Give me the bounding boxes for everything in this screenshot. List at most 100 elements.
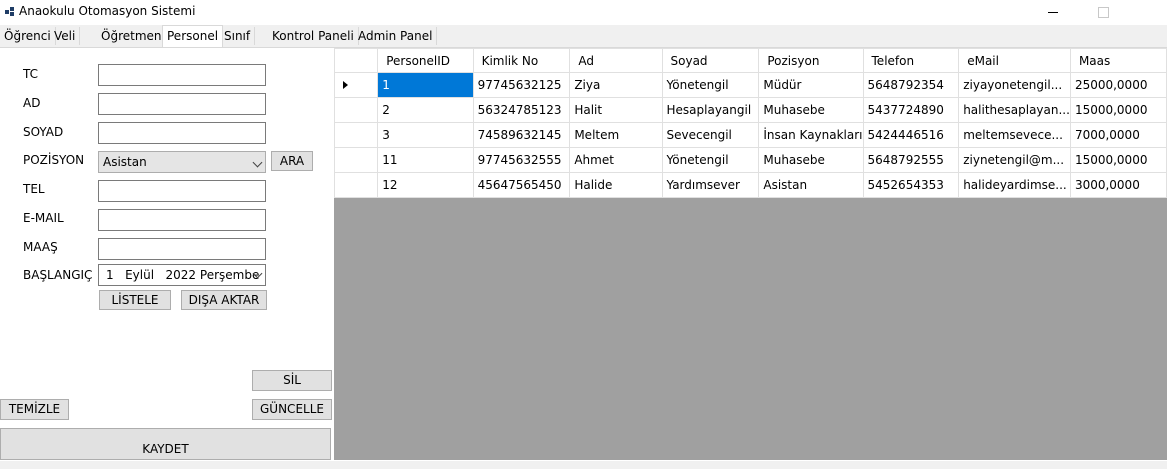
kaydet-button[interactable]: KAYDET <box>0 428 331 460</box>
column-header-kimlikno[interactable]: Kimlik No <box>472 48 571 73</box>
table-cell[interactable]: 2 <box>377 97 474 123</box>
column-header-maas[interactable]: Maas <box>1069 48 1167 73</box>
table-row[interactable]: 2 56324785123 Halit Hesaplayangil Muhase… <box>334 97 1167 123</box>
row-header[interactable] <box>334 97 379 123</box>
row-header-corner <box>334 48 379 73</box>
minimize-icon[interactable] <box>1030 0 1076 25</box>
table-cell[interactable]: Hesaplayangil <box>661 97 760 123</box>
row-header[interactable] <box>334 147 379 173</box>
table-cell[interactable]: 15000,0000 <box>1069 147 1167 173</box>
label-tel: TEL <box>23 182 45 196</box>
table-cell[interactable]: Ahmet <box>569 147 663 173</box>
table-cell[interactable]: ziynetengil@m... <box>958 147 1071 173</box>
table-cell[interactable]: ziyayonetengil... <box>958 72 1071 98</box>
tab-veli[interactable]: Veli <box>50 27 81 45</box>
column-header-telefon[interactable]: Telefon <box>862 48 960 73</box>
label-baslangic: BAŞLANGIÇ <box>23 268 93 282</box>
ad-input[interactable] <box>98 93 266 115</box>
table-cell[interactable]: 3000,0000 <box>1069 172 1167 198</box>
table-cell[interactable]: 5452654353 <box>862 172 960 198</box>
table-cell[interactable]: 74589632145 <box>472 122 571 148</box>
maximize-icon[interactable] <box>1080 0 1126 25</box>
table-cell[interactable]: 11 <box>377 147 474 173</box>
column-header-soyad[interactable]: Soyad <box>661 48 760 73</box>
table-cell[interactable]: Asistan <box>758 172 864 198</box>
sil-button[interactable]: SİL <box>252 370 332 391</box>
table-row[interactable]: 1 97745632125 Ziya Yönetengil Müdür 5648… <box>334 72 1167 98</box>
table-cell[interactable]: 1 <box>377 72 474 98</box>
table-cell[interactable]: halithesaplayan... <box>958 97 1071 123</box>
table-cell[interactable]: 45647565450 <box>472 172 571 198</box>
table-cell[interactable]: Yönetengil <box>661 72 760 98</box>
pozisyon-selected-value: Asistan <box>103 155 147 169</box>
current-row-arrow-icon <box>343 81 348 89</box>
table-row[interactable]: 11 97745632555 Ahmet Yönetengil Muhasebe… <box>334 147 1167 173</box>
personel-data-grid[interactable]: PersonelID Kimlik No Ad Soyad Pozisyon T… <box>334 48 1167 460</box>
pozisyon-select[interactable]: Asistan <box>98 151 266 173</box>
disa-aktar-button[interactable]: DIŞA AKTAR <box>181 290 267 310</box>
table-cell[interactable]: 5648792354 <box>862 72 960 98</box>
table-cell[interactable]: Halide <box>569 172 663 198</box>
table-cell[interactable]: 7000,0000 <box>1069 122 1167 148</box>
table-cell[interactable]: Ziya <box>569 72 663 98</box>
window-title: Anaokulu Otomasyon Sistemi <box>19 4 196 18</box>
column-header-ad[interactable]: Ad <box>569 48 663 73</box>
tab-personel[interactable]: Personel <box>162 25 224 47</box>
table-cell[interactable]: Muhasebe <box>758 97 864 123</box>
table-cell[interactable]: Müdür <box>758 72 864 98</box>
soyad-input[interactable] <box>98 122 266 144</box>
tab-ogrenci[interactable]: Öğrenci <box>0 27 56 45</box>
label-ad: AD <box>23 96 41 110</box>
table-cell[interactable]: Meltem <box>569 122 663 148</box>
tc-input[interactable] <box>98 64 266 86</box>
row-header[interactable] <box>334 72 379 98</box>
guncelle-button[interactable]: GÜNCELLE <box>252 399 332 420</box>
table-cell[interactable]: İnsan Kaynakları <box>758 122 864 148</box>
listele-button[interactable]: LİSTELE <box>99 290 171 310</box>
tel-input[interactable] <box>98 180 266 202</box>
table-cell[interactable]: Yardımsever <box>661 172 760 198</box>
column-header-personelid[interactable]: PersonelID <box>377 48 474 73</box>
column-header-pozisyon[interactable]: Pozisyon <box>758 48 864 73</box>
label-tc: TC <box>23 67 39 81</box>
table-cell[interactable]: 97745632555 <box>472 147 571 173</box>
table-cell[interactable]: 97745632125 <box>472 72 571 98</box>
tab-admin-panel[interactable]: Admin Panel <box>354 27 438 45</box>
label-pozisyon: POZİSYON <box>23 153 85 167</box>
table-cell[interactable]: 56324785123 <box>472 97 571 123</box>
table-cell[interactable]: 12 <box>377 172 474 198</box>
table-row[interactable]: 12 45647565450 Halide Yardımsever Asista… <box>334 172 1167 198</box>
column-header-email[interactable]: eMail <box>958 48 1071 73</box>
email-input[interactable] <box>98 209 266 231</box>
label-email: E-MAIL <box>23 211 64 225</box>
table-cell[interactable]: 25000,0000 <box>1069 72 1167 98</box>
table-cell[interactable]: 5437724890 <box>862 97 960 123</box>
table-cell[interactable]: halideyardimse... <box>958 172 1071 198</box>
table-cell[interactable]: 5648792555 <box>862 147 960 173</box>
tab-strip: Öğrenci Veli Öğretmen Personel Sınıf Kon… <box>0 25 1167 47</box>
table-cell[interactable]: Halit <box>569 97 663 123</box>
tab-ogretmen[interactable]: Öğretmen <box>97 27 167 45</box>
maas-input[interactable] <box>98 238 266 260</box>
table-cell[interactable]: Yönetengil <box>661 147 760 173</box>
tab-sinif[interactable]: Sınıf <box>220 27 256 45</box>
table-row[interactable]: 3 74589632145 Meltem Sevecengil İnsan Ka… <box>334 122 1167 148</box>
table-cell[interactable]: 15000,0000 <box>1069 97 1167 123</box>
table-cell[interactable]: Muhasebe <box>758 147 864 173</box>
ara-button[interactable]: ARA <box>271 151 313 171</box>
temizle-button[interactable]: TEMİZLE <box>0 399 69 420</box>
table-cell[interactable]: 3 <box>377 122 474 148</box>
row-header[interactable] <box>334 172 379 198</box>
bottom-edge <box>0 461 1167 467</box>
row-header[interactable] <box>334 122 379 148</box>
tab-kontrol-paneli[interactable]: Kontrol Paneli <box>268 27 359 45</box>
date-year: 2022 <box>165 268 197 282</box>
baslangic-date-picker[interactable]: 1 Eylül 2022 Perşembe <box>98 264 266 286</box>
table-cell[interactable]: Sevecengil <box>661 122 760 148</box>
title-bar: Anaokulu Otomasyon Sistemi <box>0 0 1167 25</box>
table-cell[interactable]: meltemsevece... <box>958 122 1071 148</box>
label-soyad: SOYAD <box>23 125 64 139</box>
label-maas: MAAŞ <box>23 240 58 254</box>
table-cell[interactable]: 5424446516 <box>862 122 960 148</box>
date-weekday: Perşembe <box>199 268 260 282</box>
